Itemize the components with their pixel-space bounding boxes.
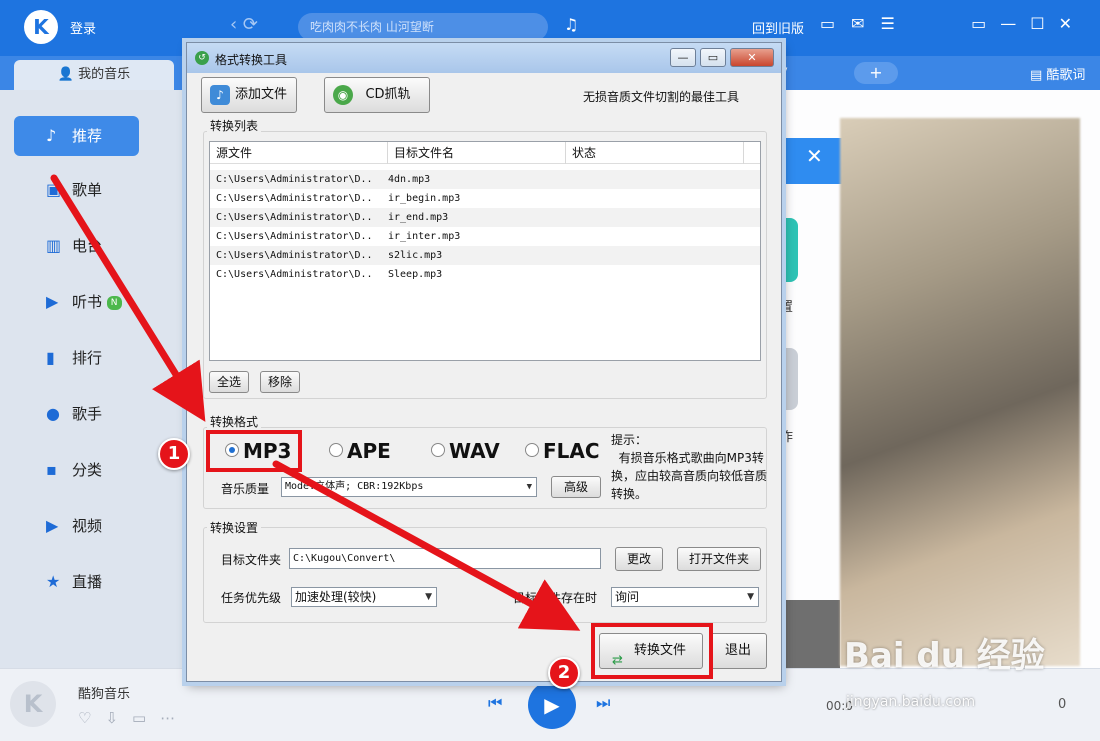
select-all-button[interactable]: 全选 [209,371,249,393]
window-controls[interactable]: ▭—☐✕ [971,14,1086,33]
sidebar-item-video[interactable]: ▶ 视频 [14,506,139,546]
sidebar-item-live[interactable]: ★ 直播 [14,562,139,602]
live-icon: ★ [46,572,61,591]
format-group-label: 转换格式 [207,413,262,430]
cd-icon: ◉ [333,85,353,105]
playlist-count: 0 [1058,697,1067,712]
convert-list-label: 转换列表 [207,117,262,134]
radio-unchecked[interactable] [431,443,445,457]
chart-icon: ▮ [46,348,55,367]
advanced-button[interactable]: 高级 [551,476,601,498]
singer-icon: ● [46,404,60,423]
open-folder-button[interactable]: 打开文件夹 [677,547,761,571]
nav-back-icon[interactable]: ‹ ⟳ [230,14,258,35]
file-exists-select[interactable]: 询问 ▼ [611,587,759,607]
cd-rip-button[interactable]: ◉ CD抓轨 [324,77,430,113]
next-icon[interactable]: ⏭ [596,693,610,713]
sidebar-item-playlists[interactable]: ▣ 歌单 [14,170,139,210]
format-hint: 提示： 有损音乐格式歌曲向MP3转换，应由较高音质向较低音质转换。 [611,433,768,501]
file-list[interactable]: 源文件 目标文件名 状态 C:\Users\Administrator\D.. 4… [209,141,761,361]
priority-label: 任务优先级 [221,591,282,605]
highlight-convert [591,623,713,679]
quality-select[interactable]: Mode:立体声; CBR:192Kbps ▼ [281,477,537,497]
change-folder-button[interactable]: 更改 [615,547,663,571]
kugou-logo: K [24,10,58,44]
file-exists-label: 目标文件存在时 [513,591,598,605]
avatar[interactable]: K [10,681,56,727]
close-button[interactable]: ✕ [730,48,774,67]
radio-unchecked[interactable] [329,443,343,457]
tab-lyrics[interactable]: ▤ 酷歌词 [1030,64,1085,83]
add-file-button[interactable]: ♪ 添加文件 [201,77,297,113]
column-status[interactable]: 状态 [566,142,744,164]
tab-my-music[interactable]: 👤 我的音乐 [14,60,174,90]
add-file-icon: ♪ [210,85,230,105]
sidebar-item-audiobooks[interactable]: ▶ 听书 N [14,282,139,322]
chevron-down-icon: ▼ [747,592,754,602]
tagline: 无损音质文件切割的最佳工具 [583,90,740,104]
player-action-icons[interactable]: ♡⇩▭⋯ [78,709,189,727]
sidebar: ♪ 推荐 ▣ 歌单 ▥ 电台 ▶ 听书 N ▮ 排行 ● 歌手 ▪ 分类 ▶ 视频 ★ 直播 [0,90,186,668]
highlight-mp3 [206,430,302,472]
column-source[interactable]: 源文件 [210,142,388,164]
music-note-icon: ♪ [46,126,57,145]
category-icon: ▪ [46,460,57,479]
sidebar-item-categories[interactable]: ▪ 分类 [14,450,139,490]
chevron-down-icon: ▼ [425,592,432,602]
priority-select[interactable]: 加速处理(较快) ▼ [291,587,437,607]
old-version-link[interactable]: 回到旧版 [752,18,804,37]
table-row[interactable]: C:\Users\Administrator\D.. 4dn.mp3 [210,170,760,189]
table-row[interactable]: C:\Users\Administrator\D.. Sleep.mp3 [210,265,760,284]
step-badge-1: 1 [158,438,190,470]
exit-button[interactable]: 退出 [709,633,767,669]
table-row[interactable]: C:\Users\Administrator\D.. s2lic.mp3 [210,246,760,265]
target-folder-input[interactable]: C:\Kugou\Convert\ [289,548,601,569]
table-row[interactable]: C:\Users\Administrator\D.. ir_end.mp3 [210,208,760,227]
quality-label: 音乐质量 [221,482,270,496]
book-icon: ▶ [46,292,59,311]
toolbar-icons[interactable]: ▭✉☰ [820,14,911,33]
mic-icon[interactable]: ♫ [564,15,578,34]
playlist-icon: ▣ [46,180,62,199]
table-row[interactable]: C:\Users\Administrator\D.. ir_inter.mp3 [210,227,760,246]
sidebar-item-charts[interactable]: ▮ 排行 [14,338,139,378]
radio-icon: ▥ [46,236,62,255]
blurred-banner [840,118,1080,666]
new-badge: N [106,295,122,310]
remove-button[interactable]: 移除 [260,371,300,393]
table-row[interactable]: C:\Users\Administrator\D.. ir_begin.mp3 [210,189,760,208]
step-badge-2: 2 [548,657,580,689]
baidu-watermark: Bai du 经验 [844,636,1045,676]
add-tab-button[interactable]: + [854,62,898,84]
radio-unchecked[interactable] [525,443,539,457]
file-list-header: 源文件 目标文件名 状态 [210,142,760,164]
close-icon[interactable]: ✕ [806,144,823,168]
search-input[interactable]: 吃肉肉不长肉 山河望断 [298,13,548,41]
watermark-url: jingyan.baidu.com [846,694,976,710]
chevron-down-icon: ▼ [526,482,532,492]
player-title: 酷狗音乐 [78,687,131,702]
login-link[interactable]: 登录 [70,18,96,37]
sidebar-item-recommend[interactable]: ♪ 推荐 [14,116,139,156]
minimize-button[interactable]: — [670,48,696,67]
dialog-title-bar[interactable]: ↺ 格式转换工具 — ▭ ✕ [187,43,781,73]
settings-group [203,527,767,623]
target-folder-label: 目标文件夹 [221,553,282,567]
converter-icon: ↺ [195,51,209,65]
sidebar-item-singers[interactable]: ● 歌手 [14,394,139,434]
column-target[interactable]: 目标文件名 [388,142,566,164]
sidebar-item-radio[interactable]: ▥ 电台 [14,226,139,266]
previous-icon[interactable]: ⏮ [488,693,502,713]
dialog-title: 格式转换工具 [215,53,288,67]
video-icon: ▶ [46,516,59,535]
maximize-button[interactable]: ▭ [700,48,726,67]
settings-group-label: 转换设置 [207,519,262,536]
format-converter-dialog: ↺ 格式转换工具 — ▭ ✕ ♪ 添加文件 ◉ CD抓轨 无损音质文件切割的最佳工具… [186,42,782,682]
